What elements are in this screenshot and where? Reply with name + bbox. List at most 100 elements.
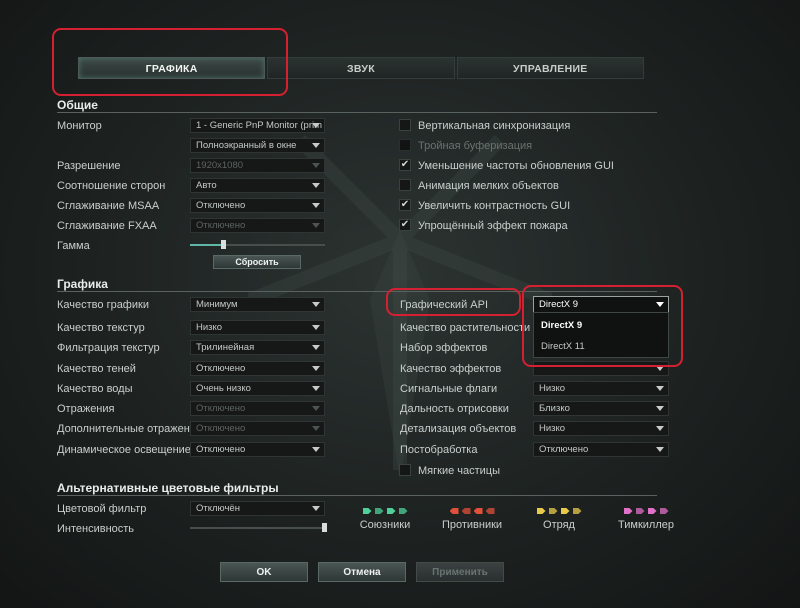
ok-button[interactable]: OK	[220, 562, 308, 582]
marker-arrow-icon	[635, 508, 645, 514]
simple-fire-checkbox[interactable]: ✔	[399, 219, 411, 231]
tab-sound[interactable]: ЗВУК	[267, 57, 455, 79]
gui-refresh-checkbox[interactable]: ✔	[399, 159, 411, 171]
marker-arrow-icon	[659, 508, 669, 514]
signal-flags-label: Сигнальные флаги	[400, 383, 498, 395]
soft-particles-checkbox[interactable]	[399, 464, 411, 476]
aspect-select[interactable]: Авто	[190, 178, 325, 193]
texture-quality-label: Качество текстур	[57, 322, 145, 334]
chevron-down-icon	[312, 506, 320, 511]
gamma-slider-fill	[190, 244, 224, 246]
chevron-down-icon	[656, 447, 664, 452]
postprocessing-label: Постобработка	[400, 444, 478, 456]
chevron-down-icon	[656, 366, 664, 371]
marker-arrow-icon	[374, 508, 384, 514]
effects-quality-label: Качество эффектов	[400, 363, 502, 375]
graphics-quality-select[interactable]: Минимум	[190, 297, 325, 312]
postprocessing-select[interactable]: Отключено	[533, 442, 669, 457]
graphics-api-dropdown: DirectX 9 DirectX 11	[533, 312, 669, 358]
small-objects-animation-checkbox[interactable]	[399, 179, 411, 191]
triple-buffering-checkbox[interactable]	[399, 139, 411, 151]
marker-arrow-icon	[449, 508, 459, 514]
signal-flags-select[interactable]: Низко	[533, 381, 669, 396]
resolution-select[interactable]: 1920x1080	[190, 158, 325, 173]
dynamic-lighting-label: Динамическое освещение	[57, 444, 191, 456]
section-title-color-filters: Альтернативные цветовые фильтры	[57, 481, 279, 495]
section-title-general: Общие	[57, 98, 98, 112]
graphics-api-select[interactable]: DirectX 9	[533, 296, 669, 313]
vsync-label: Вертикальная синхронизация	[418, 120, 571, 132]
team-preview-enemies: Противники	[427, 506, 517, 531]
marker-arrow-icon	[572, 508, 582, 514]
cancel-button[interactable]: Отмена	[318, 562, 406, 582]
water-quality-label: Качество воды	[57, 383, 133, 395]
marker-arrow-icon	[386, 508, 396, 514]
monitor-label: Монитор	[57, 120, 102, 132]
chevron-down-icon	[656, 386, 664, 391]
chevron-down-icon	[656, 426, 664, 431]
fxaa-select[interactable]: Отключено	[190, 218, 325, 233]
vegetation-quality-label: Качество растительности	[400, 322, 531, 334]
allies-markers-icon	[340, 506, 430, 516]
apply-button[interactable]: Применить	[416, 562, 504, 582]
shadow-quality-select[interactable]: Отключено	[190, 361, 325, 376]
gamma-label: Гамма	[57, 240, 90, 252]
section-title-graphics: Графика	[57, 277, 108, 291]
teamkiller-markers-icon	[601, 506, 691, 516]
gamma-slider-handle[interactable]	[221, 240, 226, 249]
reflections-label: Отражения	[57, 403, 115, 415]
chevron-down-icon	[312, 123, 320, 128]
color-filter-select[interactable]: Отключён	[190, 501, 325, 516]
texture-filtering-label: Фильтрация текстур	[57, 342, 160, 354]
object-detail-select[interactable]: Низко	[533, 421, 669, 436]
gui-contrast-checkbox[interactable]: ✔	[399, 199, 411, 211]
dropdown-option-directx9[interactable]: DirectX 9	[534, 316, 668, 336]
resolution-label: Разрешение	[57, 160, 121, 172]
chevron-down-icon	[656, 302, 664, 307]
chevron-down-icon	[312, 143, 320, 148]
chevron-down-icon	[312, 426, 320, 431]
tab-controls[interactable]: УПРАВЛЕНИЕ	[456, 57, 644, 79]
water-quality-select[interactable]: Очень низко	[190, 381, 325, 396]
team-name: Тимкиллер	[618, 519, 674, 531]
intensity-slider-track[interactable]	[190, 527, 325, 529]
tab-graphics[interactable]: ГРАФИКА	[78, 57, 266, 79]
chevron-down-icon	[312, 447, 320, 452]
effects-quality-select[interactable]	[533, 361, 669, 376]
vsync-checkbox[interactable]	[399, 119, 411, 131]
marker-arrow-icon	[461, 508, 471, 514]
chevron-down-icon	[312, 302, 320, 307]
dynamic-lighting-select[interactable]: Отключено	[190, 442, 325, 457]
chevron-down-icon	[312, 325, 320, 330]
soft-particles-label: Мягкие частицы	[418, 465, 501, 477]
team-name: Отряд	[543, 519, 575, 531]
section-divider	[57, 112, 657, 113]
marker-arrow-icon	[560, 508, 570, 514]
texture-quality-select[interactable]: Низко	[190, 320, 325, 335]
intensity-slider-handle[interactable]	[322, 523, 327, 532]
fxaa-label: Сглаживание FXAA	[57, 220, 157, 232]
reflections-select[interactable]: Отключено	[190, 401, 325, 416]
gui-refresh-label: Уменьшение частоты обновления GUI	[418, 160, 614, 172]
chevron-down-icon	[312, 223, 320, 228]
reset-gamma-button[interactable]: Сбросить	[213, 255, 301, 269]
window-mode-select[interactable]: Полноэкранный в окне	[190, 138, 325, 153]
extra-reflections-select[interactable]: Отключено	[190, 421, 325, 436]
msaa-label: Сглаживание MSAA	[57, 200, 160, 212]
enemies-markers-icon	[427, 506, 517, 516]
shadow-quality-label: Качество теней	[57, 363, 136, 375]
section-divider	[57, 495, 657, 496]
team-preview-platoon: Отряд	[514, 506, 604, 531]
section-divider	[57, 291, 657, 292]
draw-distance-select[interactable]: Близко	[533, 401, 669, 416]
team-preview-teamkiller: Тимкиллер	[601, 506, 691, 531]
msaa-select[interactable]: Отключено	[190, 198, 325, 213]
marker-arrow-icon	[398, 508, 408, 514]
texture-filtering-select[interactable]: Трилинейная	[190, 340, 325, 355]
monitor-select[interactable]: 1 - Generic PnP Monitor (prim	[190, 118, 325, 133]
simple-fire-label: Упрощённый эффект пожара	[418, 220, 568, 232]
chevron-down-icon	[312, 203, 320, 208]
marker-arrow-icon	[647, 508, 657, 514]
gui-contrast-label: Увеличить контрастность GUI	[418, 200, 571, 212]
dropdown-option-directx11[interactable]: DirectX 11	[534, 337, 668, 357]
